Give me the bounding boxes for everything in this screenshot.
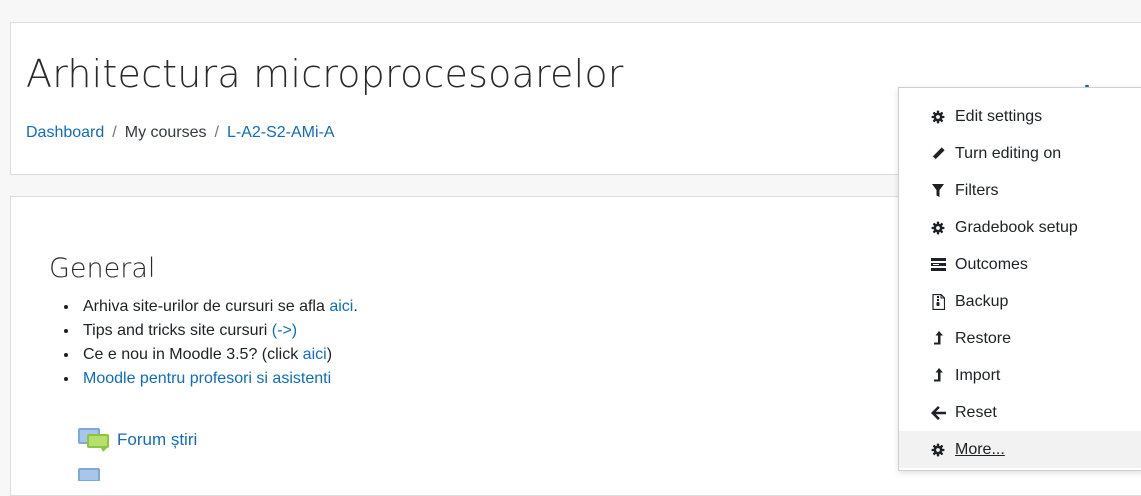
outcomes-icon bbox=[930, 257, 946, 273]
menu-item-turn-editing-on[interactable]: Turn editing on bbox=[899, 135, 1141, 172]
menu-item-outcomes[interactable]: Outcomes bbox=[899, 246, 1141, 283]
list-item-suffix: ) bbox=[326, 346, 333, 363]
forum-activity: Forum știri bbox=[77, 427, 197, 453]
breadcrumb-dashboard-link[interactable]: Dashboard bbox=[26, 124, 104, 142]
level-up-icon bbox=[930, 368, 946, 384]
archive-link[interactable]: aici bbox=[329, 298, 353, 315]
list-item: Ce e nou in Moodle 3.5? (click aici) bbox=[79, 343, 358, 367]
page-title: Arhitectura microprocesoarelor bbox=[26, 52, 624, 96]
menu-item-reset[interactable]: Reset bbox=[899, 394, 1141, 431]
menu-item-import[interactable]: Import bbox=[899, 357, 1141, 394]
list-item-text: Tips and tricks site cursuri bbox=[83, 322, 272, 339]
cog-icon bbox=[930, 220, 946, 236]
tips-link[interactable]: (->) bbox=[272, 322, 297, 339]
course-actions-dropdown: Edit settings Turn editing on Filters Gr… bbox=[898, 87, 1141, 471]
breadcrumb-course-link[interactable]: L-A2-S2-AMi-A bbox=[227, 124, 335, 142]
level-up-icon bbox=[930, 331, 946, 347]
menu-item-label: Outcomes bbox=[955, 255, 1028, 273]
arrow-left-icon bbox=[930, 405, 946, 421]
file-archive-icon bbox=[930, 293, 946, 310]
list-item-suffix: . bbox=[353, 298, 358, 315]
pencil-icon bbox=[930, 146, 946, 162]
breadcrumb: Dashboard / My courses / L-A2-S2-AMi-A bbox=[26, 124, 335, 142]
menu-item-more[interactable]: More... bbox=[899, 431, 1141, 468]
menu-item-label: Import bbox=[955, 366, 1001, 384]
menu-item-label: Turn editing on bbox=[955, 144, 1062, 162]
moodle-teachers-link[interactable]: Moodle pentru profesori si asistenti bbox=[83, 370, 331, 387]
forum-link[interactable]: Forum știri bbox=[117, 430, 197, 450]
breadcrumb-separator: / bbox=[214, 124, 219, 141]
menu-item-label: Reset bbox=[955, 403, 997, 421]
list-item: Moodle pentru profesori si asistenti bbox=[79, 367, 358, 391]
menu-item-label: Edit settings bbox=[955, 107, 1043, 125]
section-summary-list: Arhiva site-urilor de cursuri se afla ai… bbox=[61, 295, 358, 391]
list-item: Arhiva site-urilor de cursuri se afla ai… bbox=[79, 295, 358, 319]
cog-icon bbox=[930, 442, 946, 458]
section-title: General bbox=[49, 253, 156, 284]
menu-item-label: Backup bbox=[955, 292, 1009, 310]
breadcrumb-my-courses: My courses bbox=[124, 124, 207, 141]
menu-item-backup[interactable]: Backup bbox=[899, 283, 1141, 320]
menu-item-label: More... bbox=[955, 440, 1005, 458]
whats-new-link[interactable]: aici bbox=[303, 346, 327, 363]
list-item-text: Ce e nou in Moodle 3.5? (click bbox=[83, 346, 303, 363]
breadcrumb-separator: / bbox=[112, 124, 117, 141]
menu-item-restore[interactable]: Restore bbox=[899, 320, 1141, 357]
forum-icon bbox=[78, 428, 109, 452]
cog-icon bbox=[930, 109, 946, 125]
menu-item-filters[interactable]: Filters bbox=[899, 172, 1141, 209]
list-item-text: Arhiva site-urilor de cursuri se afla bbox=[83, 298, 330, 315]
filter-icon bbox=[930, 183, 946, 199]
menu-item-label: Restore bbox=[955, 329, 1012, 347]
list-item: Tips and tricks site cursuri (->) bbox=[79, 319, 358, 343]
menu-item-label: Filters bbox=[955, 181, 999, 199]
menu-item-gradebook-setup[interactable]: Gradebook setup bbox=[899, 209, 1141, 246]
forum-icon bbox=[78, 468, 100, 482]
menu-item-edit-settings[interactable]: Edit settings bbox=[899, 98, 1141, 135]
menu-item-label: Gradebook setup bbox=[955, 218, 1078, 236]
